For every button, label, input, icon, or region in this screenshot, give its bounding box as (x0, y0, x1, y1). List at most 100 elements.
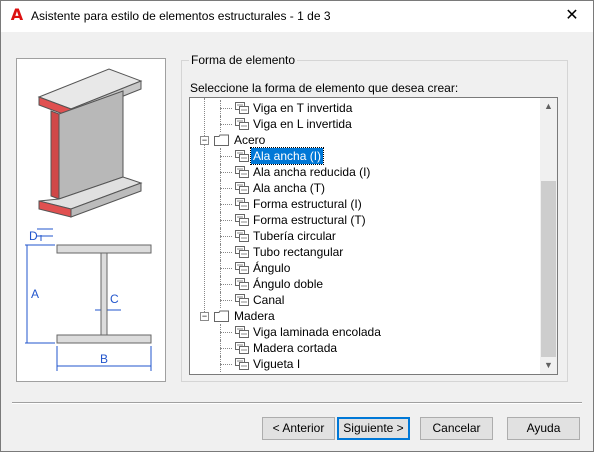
tree-connector (220, 300, 232, 301)
tree-node-label: Viga en T invertida (253, 101, 353, 115)
tree-connector (220, 348, 232, 349)
tree-connector-vertical (220, 292, 221, 308)
cancel-button[interactable]: Cancelar (420, 417, 493, 440)
wizard-dialog: A Asistente para estilo de elementos est… (0, 0, 594, 452)
tree-connector-vertical (220, 116, 221, 132)
tree-item-node[interactable]: Viga laminada encolada (190, 324, 540, 340)
shape-tree-view[interactable]: Vigueta I Madera cortada Viga laminada enc… (189, 97, 558, 375)
tree-item-node[interactable]: Ángulo doble (190, 276, 540, 292)
tree-connector (220, 284, 232, 285)
tree-folder-node[interactable]: − Madera (190, 308, 540, 324)
structural-member-icon (234, 181, 250, 195)
tree-item-node[interactable]: Canal (190, 292, 540, 308)
tree-item-node[interactable]: Ángulo (190, 260, 540, 276)
tree-item-node[interactable]: Vigueta I (190, 356, 540, 372)
tree-node-label: Vigueta I (253, 357, 301, 371)
tree-node-label: Ala ancha reducida (I) (253, 165, 371, 179)
tree-node-label: Ángulo (253, 261, 291, 275)
tree-connector-vertical (220, 196, 221, 212)
autocad-icon: A (10, 5, 24, 24)
structural-member-icon (234, 245, 250, 259)
tree-connector-vertical (220, 260, 221, 276)
tree-item-node[interactable]: Viga en T invertida (190, 100, 540, 116)
tree-node-label: Forma estructural (T) (253, 213, 366, 227)
tree-connector-vertical (220, 340, 221, 356)
tree-item-node[interactable]: Ala ancha reducida (I) (190, 164, 540, 180)
tree-node-label: Tubo rectangular (253, 245, 344, 259)
tree-node-label: Forma estructural (I) (253, 197, 362, 211)
tree-folder-node[interactable]: − Acero (190, 132, 540, 148)
structural-member-icon (234, 293, 250, 307)
tree-connector-vertical (220, 324, 221, 340)
tree-node-label: Ala ancha (T) (253, 181, 326, 195)
structural-member-icon (234, 165, 250, 179)
structural-member-icon (234, 197, 250, 211)
footer-separator (12, 402, 582, 404)
dimension-label-d: D (29, 229, 38, 243)
i-beam-drawing: D A C B (25, 68, 152, 371)
tree-item-node[interactable]: Ala ancha (T) (190, 180, 540, 196)
structural-member-icon (234, 101, 250, 115)
tree-connector (220, 172, 232, 173)
dimension-label-b: B (100, 352, 108, 366)
tree-item-node[interactable]: Ala ancha (I) (190, 147, 540, 165)
tree-connector (220, 220, 232, 221)
tree-item-node[interactable]: Forma estructural (T) (190, 212, 540, 228)
next-button[interactable]: Siguiente > (337, 417, 410, 440)
tree-connector (220, 156, 232, 157)
tree-item-node[interactable]: Forma estructural (I) (190, 196, 540, 212)
tree-item-node[interactable]: Madera cortada (190, 340, 540, 356)
i-beam-section-shape (56, 244, 152, 344)
tree-connector (220, 268, 232, 269)
tree-connector-vertical (220, 228, 221, 244)
collapse-icon[interactable]: − (200, 136, 209, 145)
i-beam-3d-icon (37, 68, 143, 218)
tree-connector-vertical (220, 148, 221, 164)
tree-vertical-scrollbar[interactable]: ▲ ▼ (540, 98, 557, 374)
tree-node-label: Tubería circular (253, 229, 336, 243)
tree-connector-vertical (220, 100, 221, 116)
tree-connector (220, 236, 232, 237)
structural-member-icon (234, 341, 250, 355)
tree-connector-vertical (220, 356, 221, 372)
structural-member-icon (234, 149, 250, 163)
structural-member-icon (234, 357, 250, 371)
scroll-up-icon[interactable]: ▲ (540, 98, 557, 115)
structural-member-icon (234, 325, 250, 339)
folder-icon (214, 134, 229, 146)
tree-connector (220, 108, 232, 109)
folder-icon (214, 310, 229, 322)
tree-node-label: Madera (234, 309, 275, 323)
tree-item-node[interactable]: Tubería circular (190, 228, 540, 244)
scroll-thumb[interactable] (541, 181, 556, 357)
close-button[interactable]: ✕ (557, 4, 587, 28)
title-bar[interactable]: A Asistente para estilo de elementos est… (1, 1, 593, 32)
tree-node-label: Ala ancha (I) (249, 147, 325, 165)
tree-connector-vertical (220, 244, 221, 260)
window-title: Asistente para estilo de elementos estru… (31, 9, 331, 23)
tree-node-label: Canal (253, 293, 285, 307)
collapse-icon[interactable]: − (200, 312, 209, 321)
back-button[interactable]: < Anterior (262, 417, 335, 440)
tree-connector-vertical (220, 212, 221, 228)
tree-connector (220, 204, 232, 205)
structural-member-icon (234, 277, 250, 291)
shape-prompt-label: Seleccione la forma de elemento que dese… (190, 81, 459, 95)
scroll-down-icon[interactable]: ▼ (540, 357, 557, 374)
tree-node-label: Viga laminada encolada (253, 325, 381, 339)
tree-connector (220, 364, 232, 365)
tree-connector (220, 124, 232, 125)
tree-connector (220, 332, 232, 333)
help-button[interactable]: Ayuda (507, 417, 580, 440)
member-shape-illustration: D A C B (16, 58, 166, 382)
tree-connector-vertical (220, 164, 221, 180)
group-label: Forma de elemento (189, 53, 298, 67)
tree-node-label: Viga en L invertida (253, 117, 352, 131)
dimension-label-c: C (110, 292, 119, 306)
structural-member-icon (234, 229, 250, 243)
tree-connector (220, 252, 232, 253)
dimension-label-a: A (31, 287, 39, 301)
tree-item-node[interactable]: Viga en L invertida (190, 116, 540, 132)
tree-item-node[interactable]: Tubo rectangular (190, 244, 540, 260)
tree-connector (220, 188, 232, 189)
